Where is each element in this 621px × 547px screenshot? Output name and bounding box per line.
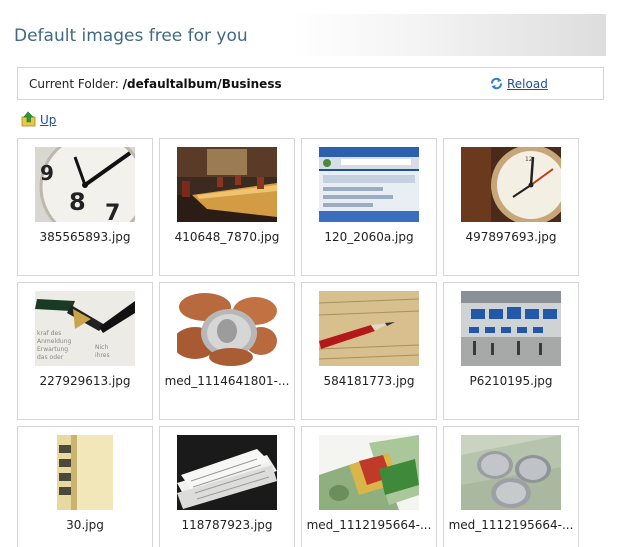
image-filename: P6210195.jpg xyxy=(469,374,553,388)
image-tile[interactable]: med_1112195664-... xyxy=(443,426,579,547)
image-tile[interactable]: 30.jpg xyxy=(17,426,153,547)
reload-icon xyxy=(490,77,503,90)
image-tile[interactable]: 120_2060a.jpg xyxy=(301,138,437,276)
conference-room-thumbnail xyxy=(177,147,277,222)
image-filename: 410648_7870.jpg xyxy=(174,230,280,244)
cash-and-cards-thumbnail xyxy=(319,435,419,510)
current-folder-label: Current Folder: xyxy=(29,77,119,91)
image-tile[interactable]: 410648_7870.jpg xyxy=(159,138,295,276)
image-tile[interactable]: 12 497897693.jpg xyxy=(443,138,579,276)
up-folder-link[interactable]: Up xyxy=(21,111,56,127)
svg-text:Anmeldung: Anmeldung xyxy=(37,338,72,345)
image-filename: 120_2060a.jpg xyxy=(324,230,414,244)
image-filename: 497897693.jpg xyxy=(465,230,557,244)
reload-label: Reload xyxy=(507,77,548,91)
svg-text:7: 7 xyxy=(105,201,120,222)
image-tile[interactable]: 9 8 7 385565893.jpg xyxy=(17,138,153,276)
svg-text:Erwartung: Erwartung xyxy=(37,346,68,353)
image-tile[interactable]: P6210195.jpg xyxy=(443,282,579,420)
coins-thumbnail xyxy=(177,291,277,366)
image-filename: 118787923.jpg xyxy=(181,518,273,532)
image-tile[interactable]: kraf des Anmeldung Erwartung das oder Ni… xyxy=(17,282,153,420)
svg-text:8: 8 xyxy=(69,188,86,216)
image-filename: med_1112195664-... xyxy=(448,518,574,532)
image-filename: med_1112195664-... xyxy=(306,518,432,532)
image-tile[interactable]: med_1112195664-... xyxy=(301,426,437,547)
image-tile[interactable]: 118787923.jpg xyxy=(159,426,295,547)
image-tile[interactable]: 584181773.jpg xyxy=(301,282,437,420)
current-folder-path: /defaultalbum/Business xyxy=(122,77,282,91)
svg-text:9: 9 xyxy=(40,161,54,185)
svg-text:kraf des: kraf des xyxy=(37,330,61,337)
up-label: Up xyxy=(40,113,57,127)
newspapers-thumbnail xyxy=(177,435,277,510)
page-title: Default images free for you xyxy=(14,26,248,46)
svg-text:Nich: Nich xyxy=(95,344,108,351)
coins-on-dollars-thumbnail xyxy=(461,435,561,510)
browser-screen-thumbnail xyxy=(319,147,419,222)
fountain-pen-thumbnail: kraf des Anmeldung Erwartung das oder Ni… xyxy=(35,291,135,366)
clock-thumbnail: 9 8 7 xyxy=(35,147,135,222)
red-pen-thumbnail xyxy=(319,291,419,366)
image-filename: med_1114641801-... xyxy=(164,374,290,388)
current-folder-bar: Current Folder: /defaultalbum/Business R… xyxy=(17,67,604,100)
svg-text:12: 12 xyxy=(525,156,533,163)
folder-up-icon xyxy=(21,111,37,127)
image-filename: 30.jpg xyxy=(66,518,104,532)
image-filename: 385565893.jpg xyxy=(39,230,131,244)
image-browser-page: Default images free for you Current Fold… xyxy=(0,0,621,547)
binders-thumbnail xyxy=(57,435,113,510)
current-folder-text: Current Folder: /defaultalbum/Business xyxy=(29,77,282,91)
airport-hall-thumbnail xyxy=(461,291,561,366)
svg-text:das oder: das oder xyxy=(37,354,64,361)
image-filename: 584181773.jpg xyxy=(323,374,415,388)
wood-clock-thumbnail: 12 xyxy=(461,147,561,222)
image-tile[interactable]: med_1114641801-... xyxy=(159,282,295,420)
svg-text:ihres: ihres xyxy=(95,352,110,359)
reload-link[interactable]: Reload xyxy=(490,77,548,91)
image-filename: 227929613.jpg xyxy=(39,374,131,388)
